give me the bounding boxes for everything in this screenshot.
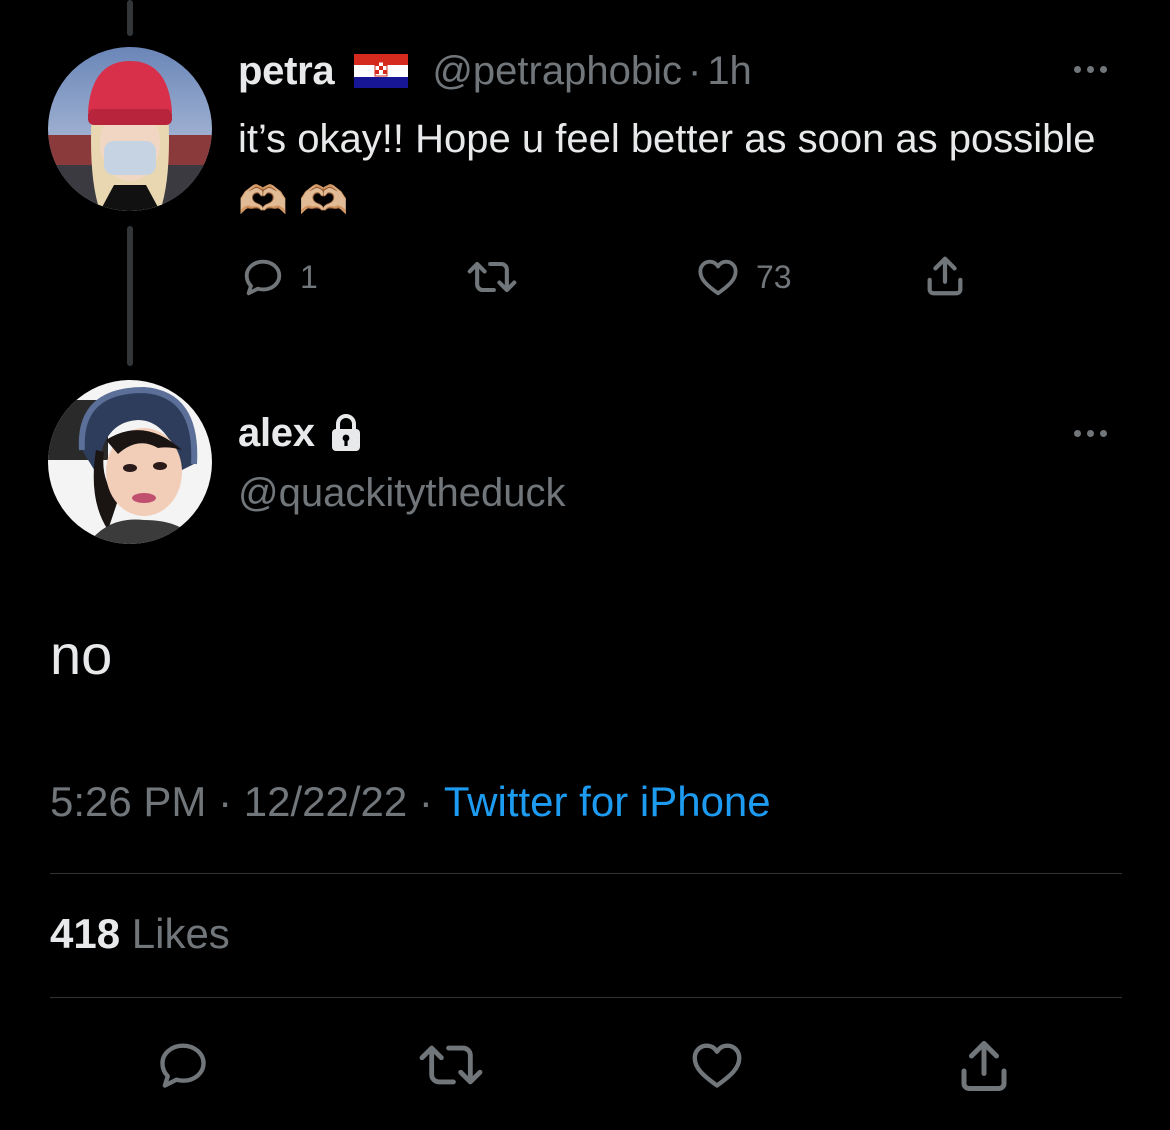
retweet-icon bbox=[467, 261, 517, 293]
reply-text: it’s okay!! Hope u feel better as soon a… bbox=[238, 117, 1096, 223]
reply-reply-button[interactable]: 1 bbox=[240, 254, 318, 300]
reply-share-button[interactable] bbox=[922, 252, 968, 300]
meta-separator-2: · bbox=[407, 778, 444, 825]
reply-like-count: 73 bbox=[756, 258, 792, 295]
like-icon bbox=[698, 259, 738, 296]
reply-more-icon[interactable] bbox=[1074, 66, 1107, 73]
likes-count: 418 bbox=[50, 910, 121, 957]
main-reply-button[interactable] bbox=[152, 1036, 214, 1099]
main-header: alex bbox=[238, 410, 363, 456]
thread-line-bottom bbox=[127, 226, 133, 366]
tweet-date[interactable]: 12/22/22 bbox=[244, 778, 408, 825]
avatar-alex[interactable] bbox=[48, 380, 212, 544]
divider-bottom bbox=[50, 997, 1122, 998]
main-handle[interactable]: @quackitytheduck bbox=[238, 471, 565, 516]
main-text: no bbox=[50, 623, 113, 686]
reply-icon bbox=[244, 259, 282, 296]
reply-retweet-button[interactable] bbox=[466, 254, 532, 300]
retweet-icon bbox=[419, 1045, 483, 1085]
main-share-button[interactable] bbox=[954, 1036, 1014, 1101]
lock-icon bbox=[331, 414, 360, 451]
like-icon bbox=[692, 1043, 742, 1088]
meta-separator-1: · bbox=[206, 778, 244, 825]
share-icon bbox=[961, 1041, 1007, 1091]
reply-handle[interactable]: @petraphobic bbox=[432, 49, 682, 94]
divider-top bbox=[50, 873, 1122, 874]
main-like-button[interactable] bbox=[686, 1036, 748, 1099]
reply-timestamp[interactable]: 1h bbox=[707, 49, 752, 94]
tweet-source-link[interactable]: Twitter for iPhone bbox=[444, 778, 771, 825]
main-more-icon[interactable] bbox=[1074, 430, 1107, 437]
reply-reply-count: 1 bbox=[300, 258, 318, 295]
avatar-petra[interactable] bbox=[48, 47, 212, 211]
likes-summary[interactable]: 418 Likes bbox=[50, 910, 230, 958]
main-display-name[interactable]: alex bbox=[238, 411, 315, 456]
main-handle-row: @quackitytheduck bbox=[238, 470, 565, 516]
reply-icon bbox=[160, 1043, 206, 1088]
reply-header: petra @petraphobic · 1h bbox=[238, 48, 752, 94]
reply-display-name[interactable]: petra bbox=[238, 49, 335, 94]
reply-separator: · bbox=[687, 48, 702, 93]
tweet-meta: 5:26 PM · 12/22/22 · Twitter for iPhone bbox=[50, 778, 771, 826]
tweet-time[interactable]: 5:26 PM bbox=[50, 778, 206, 825]
share-icon bbox=[927, 256, 963, 296]
reply-like-button[interactable]: 73 bbox=[694, 254, 792, 300]
likes-label: Likes bbox=[131, 910, 230, 957]
main-retweet-button[interactable] bbox=[416, 1036, 486, 1099]
thread-line-top bbox=[127, 0, 133, 36]
croatia-flag-icon bbox=[354, 54, 409, 88]
